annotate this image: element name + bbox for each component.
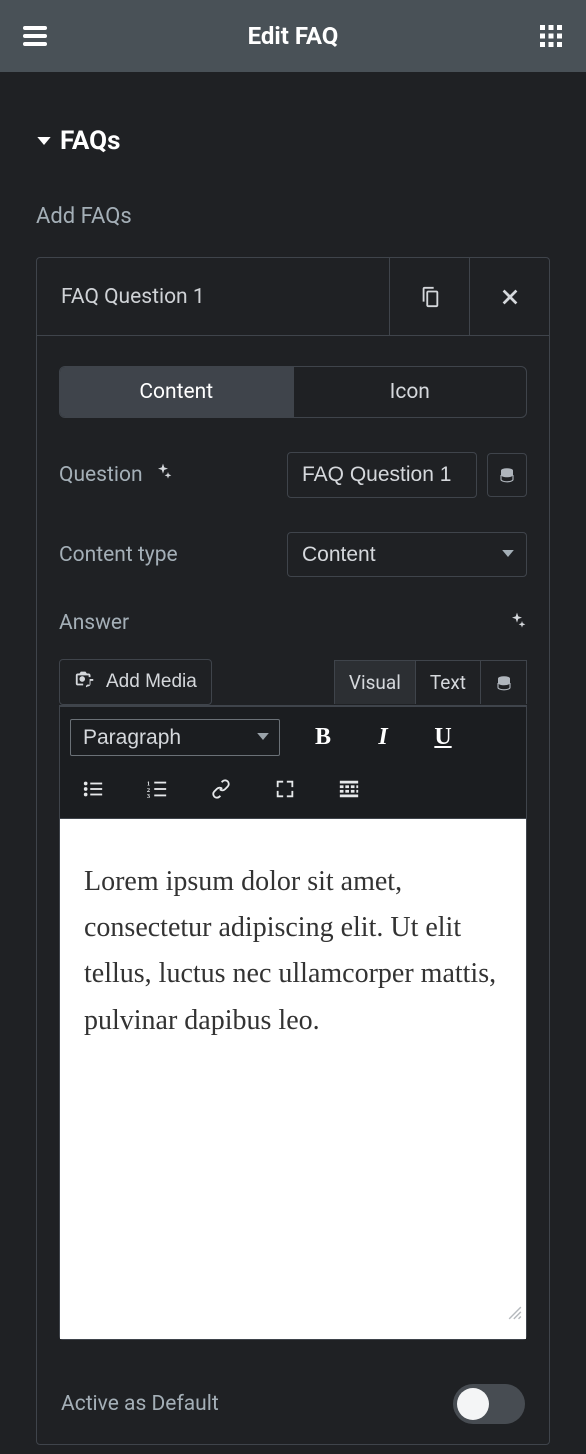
header: Edit FAQ (0, 0, 586, 72)
editor-content-area[interactable]: Lorem ipsum dolor sit amet, consectetur … (60, 819, 526, 1339)
repeater-header: FAQ Question 1 (37, 258, 549, 336)
svg-text:3: 3 (147, 793, 150, 800)
bold-button[interactable]: B (306, 721, 340, 755)
remove-button[interactable] (469, 258, 549, 335)
add-media-label: Add Media (106, 671, 197, 693)
underline-button[interactable]: U (426, 721, 460, 755)
content-type-row: Content type Content (59, 532, 527, 577)
apps-grid-icon[interactable] (536, 21, 566, 51)
section-title: FAQs (60, 126, 120, 156)
page-title: Edit FAQ (50, 22, 536, 50)
active-default-row: Active as Default (59, 1384, 527, 1424)
toolbar-toggle-button[interactable] (332, 772, 366, 806)
wysiwyg-editor: Paragraph B I U 123 (59, 705, 527, 1340)
panel-body: FAQs Add FAQs FAQ Question 1 Content Ico… (0, 72, 586, 1445)
editor-toolbar: Paragraph B I U 123 (60, 706, 526, 819)
question-input[interactable] (287, 452, 477, 498)
section-header-faqs[interactable]: FAQs (36, 126, 550, 156)
hamburger-menu-icon[interactable] (20, 21, 50, 51)
answer-row: Answer (59, 611, 527, 635)
editor-content-text: Lorem ipsum dolor sit amet, consectetur … (84, 866, 496, 1036)
question-label: Question (59, 462, 287, 488)
bullet-list-button[interactable] (76, 772, 110, 806)
add-faqs-label: Add FAQs (36, 204, 550, 229)
active-default-label: Active as Default (61, 1392, 219, 1416)
ai-sparkle-icon[interactable] (507, 611, 527, 635)
italic-button[interactable]: I (366, 721, 400, 755)
toggle-knob (457, 1388, 489, 1420)
format-select[interactable]: Paragraph (70, 719, 280, 756)
editor-tab-visual[interactable]: Visual (334, 660, 416, 704)
question-row: Question (59, 452, 527, 498)
repeater-body: Content Icon Question (37, 336, 549, 1444)
content-type-label: Content type (59, 543, 287, 567)
tab-content[interactable]: Content (60, 367, 293, 417)
link-button[interactable] (204, 772, 238, 806)
tab-icon[interactable]: Icon (293, 367, 527, 417)
dynamic-tags-button[interactable] (481, 660, 527, 704)
add-media-button[interactable]: Add Media (59, 659, 212, 705)
resize-handle-icon[interactable] (508, 1289, 522, 1335)
question-label-text: Question (59, 463, 143, 487)
fullscreen-button[interactable] (268, 772, 302, 806)
editor-tab-text[interactable]: Text (416, 660, 481, 704)
duplicate-button[interactable] (389, 258, 469, 335)
ai-sparkle-icon[interactable] (153, 462, 173, 488)
answer-label: Answer (59, 611, 507, 635)
content-type-select[interactable]: Content (287, 532, 527, 577)
faq-repeater-item: FAQ Question 1 Content Icon Question (36, 257, 550, 1445)
numbered-list-button[interactable]: 123 (140, 772, 174, 806)
active-default-toggle[interactable] (453, 1384, 525, 1424)
repeater-item-title[interactable]: FAQ Question 1 (37, 258, 389, 335)
caret-down-icon (36, 133, 52, 149)
content-icon-tabs: Content Icon (59, 366, 527, 418)
camera-music-icon (74, 668, 96, 696)
dynamic-tags-button[interactable] (487, 453, 527, 497)
